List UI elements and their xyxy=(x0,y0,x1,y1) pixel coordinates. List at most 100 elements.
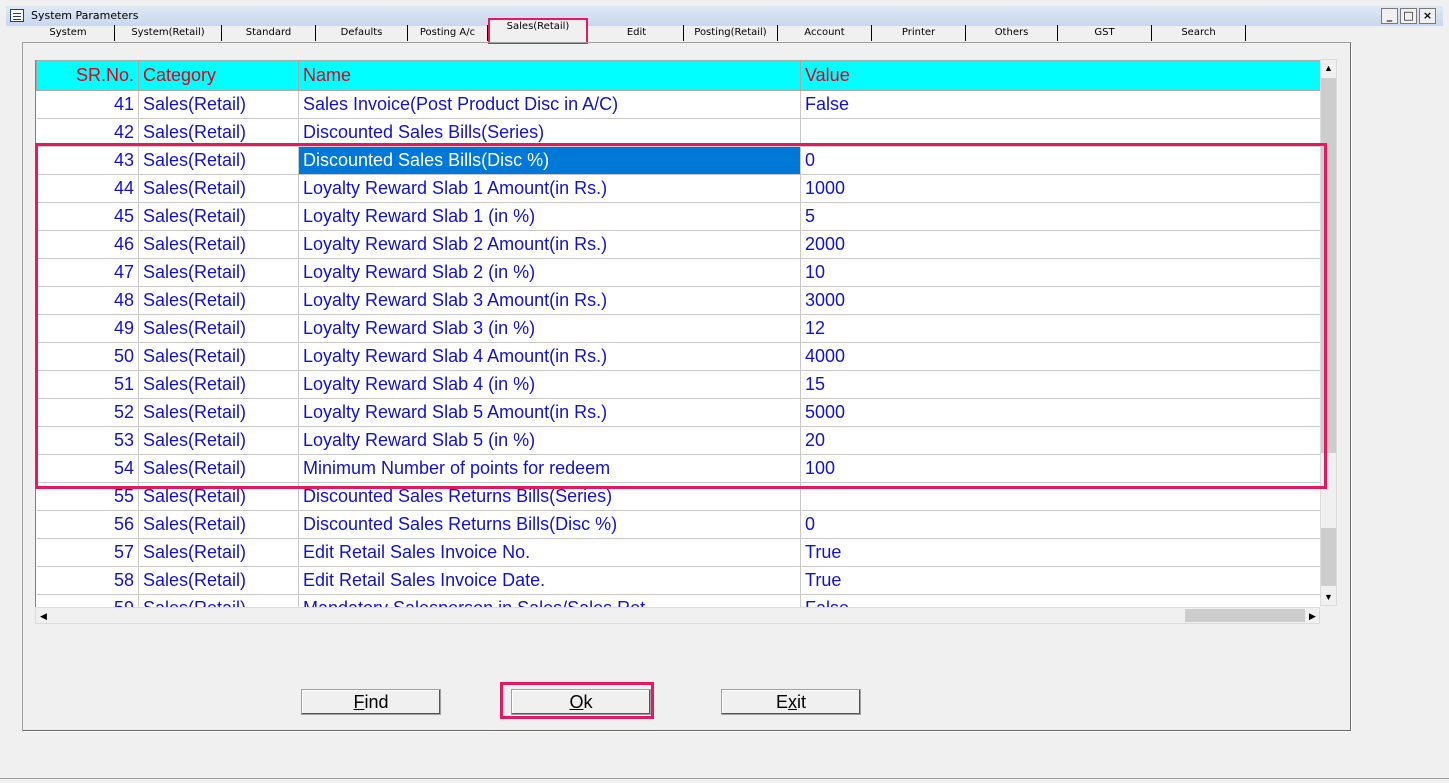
ok-button[interactable]: Ok xyxy=(511,689,651,715)
cell-category[interactable]: Sales(Retail) xyxy=(138,174,299,203)
cell-sr-no[interactable]: 46 xyxy=(36,230,139,259)
table-row[interactable]: 51 Sales(Retail) Loyalty Reward Slab 4 (in… xyxy=(36,370,1320,399)
tab-sales-retail[interactable]: Sales(Retail) xyxy=(488,18,588,44)
cell-value[interactable]: 10 xyxy=(800,258,1320,287)
cell-value[interactable] xyxy=(800,482,1320,511)
cell-name[interactable]: Loyalty Reward Slab 1 Amount(in Rs.) xyxy=(298,174,801,203)
cell-value[interactable]: 5000 xyxy=(800,398,1320,427)
close-icon[interactable]: × xyxy=(1419,8,1436,24)
tab-edit[interactable]: Edit xyxy=(590,25,684,41)
cell-category[interactable]: Sales(Retail) xyxy=(138,566,299,595)
cell-value[interactable]: 4000 xyxy=(800,342,1320,371)
table-row[interactable]: 47 Sales(Retail) Loyalty Reward Slab 2 (in… xyxy=(36,258,1320,287)
cell-name[interactable]: Edit Retail Sales Invoice No. xyxy=(298,538,801,567)
vertical-scrollbar[interactable]: ▲ ▼ xyxy=(1320,59,1337,606)
cell-name[interactable]: Loyalty Reward Slab 5 (in %) xyxy=(298,426,801,455)
cell-value[interactable]: 12 xyxy=(800,314,1320,343)
horizontal-scrollbar[interactable]: ◀ ▶ xyxy=(35,607,1320,624)
table-row[interactable]: 50 Sales(Retail) Loyalty Reward Slab 4 Amo… xyxy=(36,342,1320,371)
cell-sr-no[interactable]: 41 xyxy=(36,90,139,119)
cell-sr-no[interactable]: 54 xyxy=(36,454,139,483)
scroll-right-icon[interactable]: ▶ xyxy=(1305,608,1320,624)
cell-category[interactable]: Sales(Retail) xyxy=(138,286,299,315)
cell-category[interactable]: Sales(Retail) xyxy=(138,202,299,231)
find-button[interactable]: Find xyxy=(301,689,441,715)
tab-printer[interactable]: Printer xyxy=(872,25,966,41)
cell-sr-no[interactable]: 58 xyxy=(36,566,139,595)
table-row[interactable]: 56 Sales(Retail) Discounted Sales Returns … xyxy=(36,510,1320,539)
cell-value[interactable]: 0 xyxy=(800,146,1320,175)
table-row[interactable]: 55 Sales(Retail) Discounted Sales Returns … xyxy=(36,482,1320,511)
cell-name[interactable]: Minimum Number of points for redeem xyxy=(298,454,801,483)
cell-category[interactable]: Sales(Retail) xyxy=(138,510,299,539)
cell-sr-no[interactable]: 50 xyxy=(36,342,139,371)
scroll-up-icon[interactable]: ▲ xyxy=(1321,60,1336,76)
cell-category[interactable]: Sales(Retail) xyxy=(138,426,299,455)
table-row[interactable]: 48 Sales(Retail) Loyalty Reward Slab 3 Amo… xyxy=(36,286,1320,315)
cell-sr-no[interactable]: 56 xyxy=(36,510,139,539)
cell-sr-no[interactable]: 52 xyxy=(36,398,139,427)
column-header-name[interactable]: Name xyxy=(298,60,801,91)
cell-sr-no[interactable]: 45 xyxy=(36,202,139,231)
horizontal-scroll-thumb[interactable] xyxy=(1185,609,1305,622)
table-row[interactable]: 44 Sales(Retail) Loyalty Reward Slab 1 Amo… xyxy=(36,174,1320,203)
table-row[interactable]: 49 Sales(Retail) Loyalty Reward Slab 3 (in… xyxy=(36,314,1320,343)
cell-name[interactable]: Loyalty Reward Slab 2 Amount(in Rs.) xyxy=(298,230,801,259)
cell-category[interactable]: Sales(Retail) xyxy=(138,482,299,511)
cell-sr-no[interactable]: 57 xyxy=(36,538,139,567)
table-row[interactable]: 57 Sales(Retail) Edit Retail Sales Invoice… xyxy=(36,538,1320,567)
cell-name[interactable]: Discounted Sales Bills(Series) xyxy=(298,118,801,147)
cell-name[interactable]: Discounted Sales Returns Bills(Disc %) xyxy=(298,510,801,539)
cell-value[interactable] xyxy=(800,118,1320,147)
maximize-icon[interactable]: □ xyxy=(1400,8,1417,24)
cell-category[interactable]: Sales(Retail) xyxy=(138,314,299,343)
cell-sr-no[interactable]: 43 xyxy=(36,146,139,175)
cell-value[interactable]: 15 xyxy=(800,370,1320,399)
minimize-icon[interactable]: _ xyxy=(1381,8,1398,24)
cell-name[interactable]: Edit Retail Sales Invoice Date. xyxy=(298,566,801,595)
table-row[interactable]: 42 Sales(Retail) Discounted Sales Bills(Se… xyxy=(36,118,1320,147)
cell-name[interactable]: Loyalty Reward Slab 5 Amount(in Rs.) xyxy=(298,398,801,427)
cell-name[interactable]: Sales Invoice(Post Product Disc in A/C) xyxy=(298,90,801,119)
cell-category[interactable]: Sales(Retail) xyxy=(138,370,299,399)
tab-system[interactable]: System xyxy=(22,25,115,41)
cell-name[interactable]: Loyalty Reward Slab 1 (in %) xyxy=(298,202,801,231)
tab-posting-retail[interactable]: Posting(Retail) xyxy=(684,25,778,41)
cell-value[interactable]: True xyxy=(800,566,1320,595)
cell-value[interactable]: 2000 xyxy=(800,230,1320,259)
cell-value[interactable]: True xyxy=(800,538,1320,567)
cell-value[interactable]: 3000 xyxy=(800,286,1320,315)
column-header-value[interactable]: Value xyxy=(800,60,1320,91)
cell-sr-no[interactable]: 49 xyxy=(36,314,139,343)
tab-search[interactable]: Search xyxy=(1152,25,1246,41)
cell-name[interactable]: Loyalty Reward Slab 3 Amount(in Rs.) xyxy=(298,286,801,315)
cell-name[interactable]: Discounted Sales Bills(Disc %) xyxy=(298,146,801,175)
table-row[interactable]: 45 Sales(Retail) Loyalty Reward Slab 1 (in… xyxy=(36,202,1320,231)
column-header-sr-no[interactable]: SR.No. xyxy=(36,60,139,91)
cell-category[interactable]: Sales(Retail) xyxy=(138,342,299,371)
cell-value[interactable]: 100 xyxy=(800,454,1320,483)
table-row[interactable]: 58 Sales(Retail) Edit Retail Sales Invoice… xyxy=(36,566,1320,595)
table-row[interactable]: 54 Sales(Retail) Minimum Number of points … xyxy=(36,454,1320,483)
cell-name[interactable]: Loyalty Reward Slab 3 (in %) xyxy=(298,314,801,343)
tab-defaults[interactable]: Defaults xyxy=(316,25,408,41)
cell-category[interactable]: Sales(Retail) xyxy=(138,146,299,175)
cell-value[interactable]: 20 xyxy=(800,426,1320,455)
cell-category[interactable]: Sales(Retail) xyxy=(138,90,299,119)
tab-posting-a-c[interactable]: Posting A/c xyxy=(408,25,488,41)
cell-category[interactable]: Sales(Retail) xyxy=(138,398,299,427)
cell-sr-no[interactable]: 53 xyxy=(36,426,139,455)
parameters-grid[interactable]: SR.No. Category Name Value 41 Sales(Retai… xyxy=(35,60,1320,609)
table-row[interactable]: 43 Sales(Retail) Discounted Sales Bills(Di… xyxy=(36,146,1320,175)
cell-category[interactable]: Sales(Retail) xyxy=(138,230,299,259)
scroll-down-icon[interactable]: ▼ xyxy=(1321,589,1336,605)
horizontal-scroll-track[interactable] xyxy=(53,609,1185,622)
cell-name[interactable]: Loyalty Reward Slab 2 (in %) xyxy=(298,258,801,287)
cell-category[interactable]: Sales(Retail) xyxy=(138,538,299,567)
cell-sr-no[interactable]: 47 xyxy=(36,258,139,287)
cell-category[interactable]: Sales(Retail) xyxy=(138,118,299,147)
cell-value[interactable]: False xyxy=(800,90,1320,119)
table-row[interactable]: 41 Sales(Retail) Sales Invoice(Post Produc… xyxy=(36,90,1320,119)
table-row[interactable]: 46 Sales(Retail) Loyalty Reward Slab 2 Amo… xyxy=(36,230,1320,259)
vertical-scroll-track[interactable] xyxy=(1321,528,1336,586)
